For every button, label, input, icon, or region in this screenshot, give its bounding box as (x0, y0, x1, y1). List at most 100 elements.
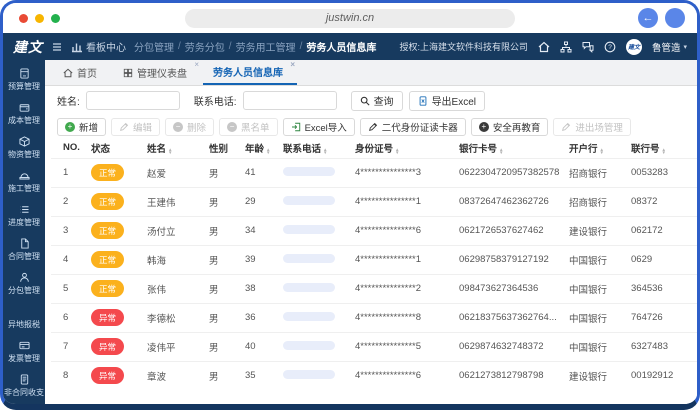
breadcrumb-item[interactable]: 分包管理 (134, 39, 174, 54)
table-row[interactable]: 3 正常 汤付立 男 34 4***************6 06217265… (51, 216, 697, 245)
table-row[interactable]: 8 异常 章波 男 35 4***************6 062127381… (51, 361, 697, 390)
phone-redacted (283, 167, 335, 176)
home-icon[interactable] (538, 41, 550, 53)
box-icon (19, 136, 30, 147)
sidebar-item[interactable]: 进度管理 (3, 199, 45, 233)
table-row[interactable]: 5 正常 张伟 男 38 4***************2 098473627… (51, 274, 697, 303)
column-header[interactable]: 性别 (203, 138, 239, 158)
search-form: 姓名: 联系电话: 查询 导出Excel (45, 86, 697, 115)
sort-icon[interactable]: ▲▼ (323, 148, 327, 155)
close-icon[interactable]: × (290, 61, 295, 69)
breadcrumb-separator: / (178, 41, 181, 52)
column-header[interactable]: 状态 (85, 138, 141, 158)
column-header[interactable]: NO. (51, 138, 85, 158)
license-text: 授权:上海建文软件科技有限公司 (399, 40, 528, 53)
bar-chart-icon (71, 41, 83, 53)
user-name: 鲁管造 (652, 40, 681, 54)
minimize-window-button[interactable] (35, 14, 44, 23)
toolbar-button-3[interactable]: − 删除 (165, 118, 214, 136)
table-row[interactable]: 6 异常 李德松 男 36 4***************8 06218375… (51, 303, 697, 332)
board-center-label: 看板中心 (86, 39, 126, 54)
query-button[interactable]: 查询 (351, 91, 403, 111)
toolbar-button-2[interactable]: 编辑 (111, 118, 160, 136)
status-badge: 异常 (91, 338, 124, 355)
breadcrumb-item[interactable]: 劳务人员信息库 (306, 39, 376, 54)
column-header[interactable]: 姓名▲▼ (141, 138, 203, 158)
chat-icon[interactable] (582, 41, 594, 53)
table-row[interactable]: 4 正常 韩海 男 39 4***************1 062987583… (51, 245, 697, 274)
tab-2[interactable]: 管理仪表盘 × (113, 60, 201, 85)
question-icon[interactable] (604, 41, 616, 53)
phone-redacted (283, 283, 335, 292)
doc-icon (19, 374, 30, 385)
table-row[interactable]: 7 异常 凌伟平 男 40 4***************5 06298746… (51, 332, 697, 361)
sidebar-item[interactable]: 发票管理 (3, 335, 45, 369)
export-excel-button[interactable]: 导出Excel (409, 91, 485, 111)
sort-icon[interactable]: ▲▼ (662, 148, 666, 155)
column-header[interactable]: 年龄▲▼ (239, 138, 277, 158)
sidebar-item[interactable]: 施工管理 (3, 165, 45, 199)
brand-badge: 建文 (626, 39, 642, 55)
profile-circle[interactable] (665, 8, 685, 28)
toolbar-button-4[interactable]: − 黑名单 (219, 118, 278, 136)
sidebar-item[interactable]: 非合同收支 (3, 369, 45, 403)
sidebar-item[interactable]: 异地报税 (3, 301, 45, 335)
status-badge: 正常 (91, 280, 124, 297)
query-label: 查询 (374, 93, 394, 108)
sidebar-item-label: 进度管理 (8, 217, 40, 228)
toolbar-button-5[interactable]: Excel导入 (283, 118, 355, 136)
sitemap-icon[interactable] (560, 41, 572, 53)
tab-3[interactable]: 劳务人员信息库 × (203, 60, 297, 85)
phone-redacted (283, 370, 335, 379)
phone-input[interactable] (243, 91, 337, 110)
sidebar-item[interactable]: 成本管理 (3, 97, 45, 131)
sort-icon[interactable]: ▲▼ (499, 148, 503, 155)
sort-icon[interactable]: ▲▼ (395, 148, 399, 155)
phone-redacted (283, 254, 335, 263)
back-button[interactable]: ← (638, 8, 658, 28)
phone-redacted (283, 225, 335, 234)
toolbar-button-1[interactable]: + 新增 (57, 118, 106, 136)
close-icon[interactable]: × (194, 61, 199, 69)
browser-chrome: justwin.cn ← (3, 3, 697, 33)
board-center-link[interactable]: 看板中心 (71, 39, 126, 54)
card-icon (19, 340, 30, 351)
import-icon (291, 122, 301, 132)
close-window-button[interactable] (19, 14, 28, 23)
hamburger-icon[interactable] (51, 41, 63, 53)
tab-label: 劳务人员信息库 (213, 64, 283, 79)
status-badge: 正常 (91, 164, 124, 181)
column-header[interactable]: 银行卡号▲▼ (453, 138, 563, 158)
column-header[interactable]: 身份证号▲▼ (349, 138, 453, 158)
toolbar-button-6[interactable]: 二代身份证读卡器 (360, 118, 466, 136)
grid-icon (123, 68, 133, 78)
breadcrumb-item[interactable]: 劳务分包 (185, 39, 225, 54)
column-header[interactable]: 开户行▲▼ (563, 138, 625, 158)
status-badge: 异常 (91, 309, 124, 326)
nav-right: 授权:上海建文软件科技有限公司 建文 鲁管造 ▾ (399, 39, 687, 55)
chevron-down-icon: ▾ (683, 43, 687, 51)
sidebar-item[interactable]: 预算管理 (3, 63, 45, 97)
sort-icon[interactable]: ▲▼ (600, 148, 604, 155)
sidebar-item-label: 分包管理 (8, 285, 40, 296)
name-input[interactable] (86, 91, 180, 110)
sort-icon[interactable]: ▲▼ (168, 148, 172, 155)
toolbar-button-7[interactable]: + 安全再教育 (471, 118, 549, 136)
sidebar-item[interactable]: 合同管理 (3, 233, 45, 267)
sidebar-item[interactable]: 物资管理 (3, 131, 45, 165)
tab-1[interactable]: 首页 (53, 60, 111, 85)
breadcrumb-separator: / (300, 41, 303, 52)
table-header-row: NO. 状态 姓名▲▼ 性别 年龄▲▼ 联系电话▲▼ 身份证号▲▼ 银行卡号▲▼… (51, 138, 697, 158)
breadcrumb-item[interactable]: 劳务用工管理 (236, 39, 296, 54)
column-header[interactable]: 联行号▲▼ (625, 138, 697, 158)
toolbar-button-8[interactable]: 进出场管理 (553, 118, 631, 136)
pencil-icon (561, 122, 571, 132)
address-bar[interactable]: justwin.cn (185, 9, 515, 28)
column-header[interactable]: 联系电话▲▼ (277, 138, 349, 158)
maximize-window-button[interactable] (51, 14, 60, 23)
sidebar-item[interactable]: 分包管理 (3, 267, 45, 301)
table-row[interactable]: 1 正常 赵爱 男 41 4***************3 062230472… (51, 158, 697, 187)
sort-icon[interactable]: ▲▼ (266, 148, 270, 155)
user-menu[interactable]: 鲁管造 ▾ (652, 40, 687, 54)
table-row[interactable]: 2 正常 王建伟 男 29 4***************1 08372647… (51, 187, 697, 216)
